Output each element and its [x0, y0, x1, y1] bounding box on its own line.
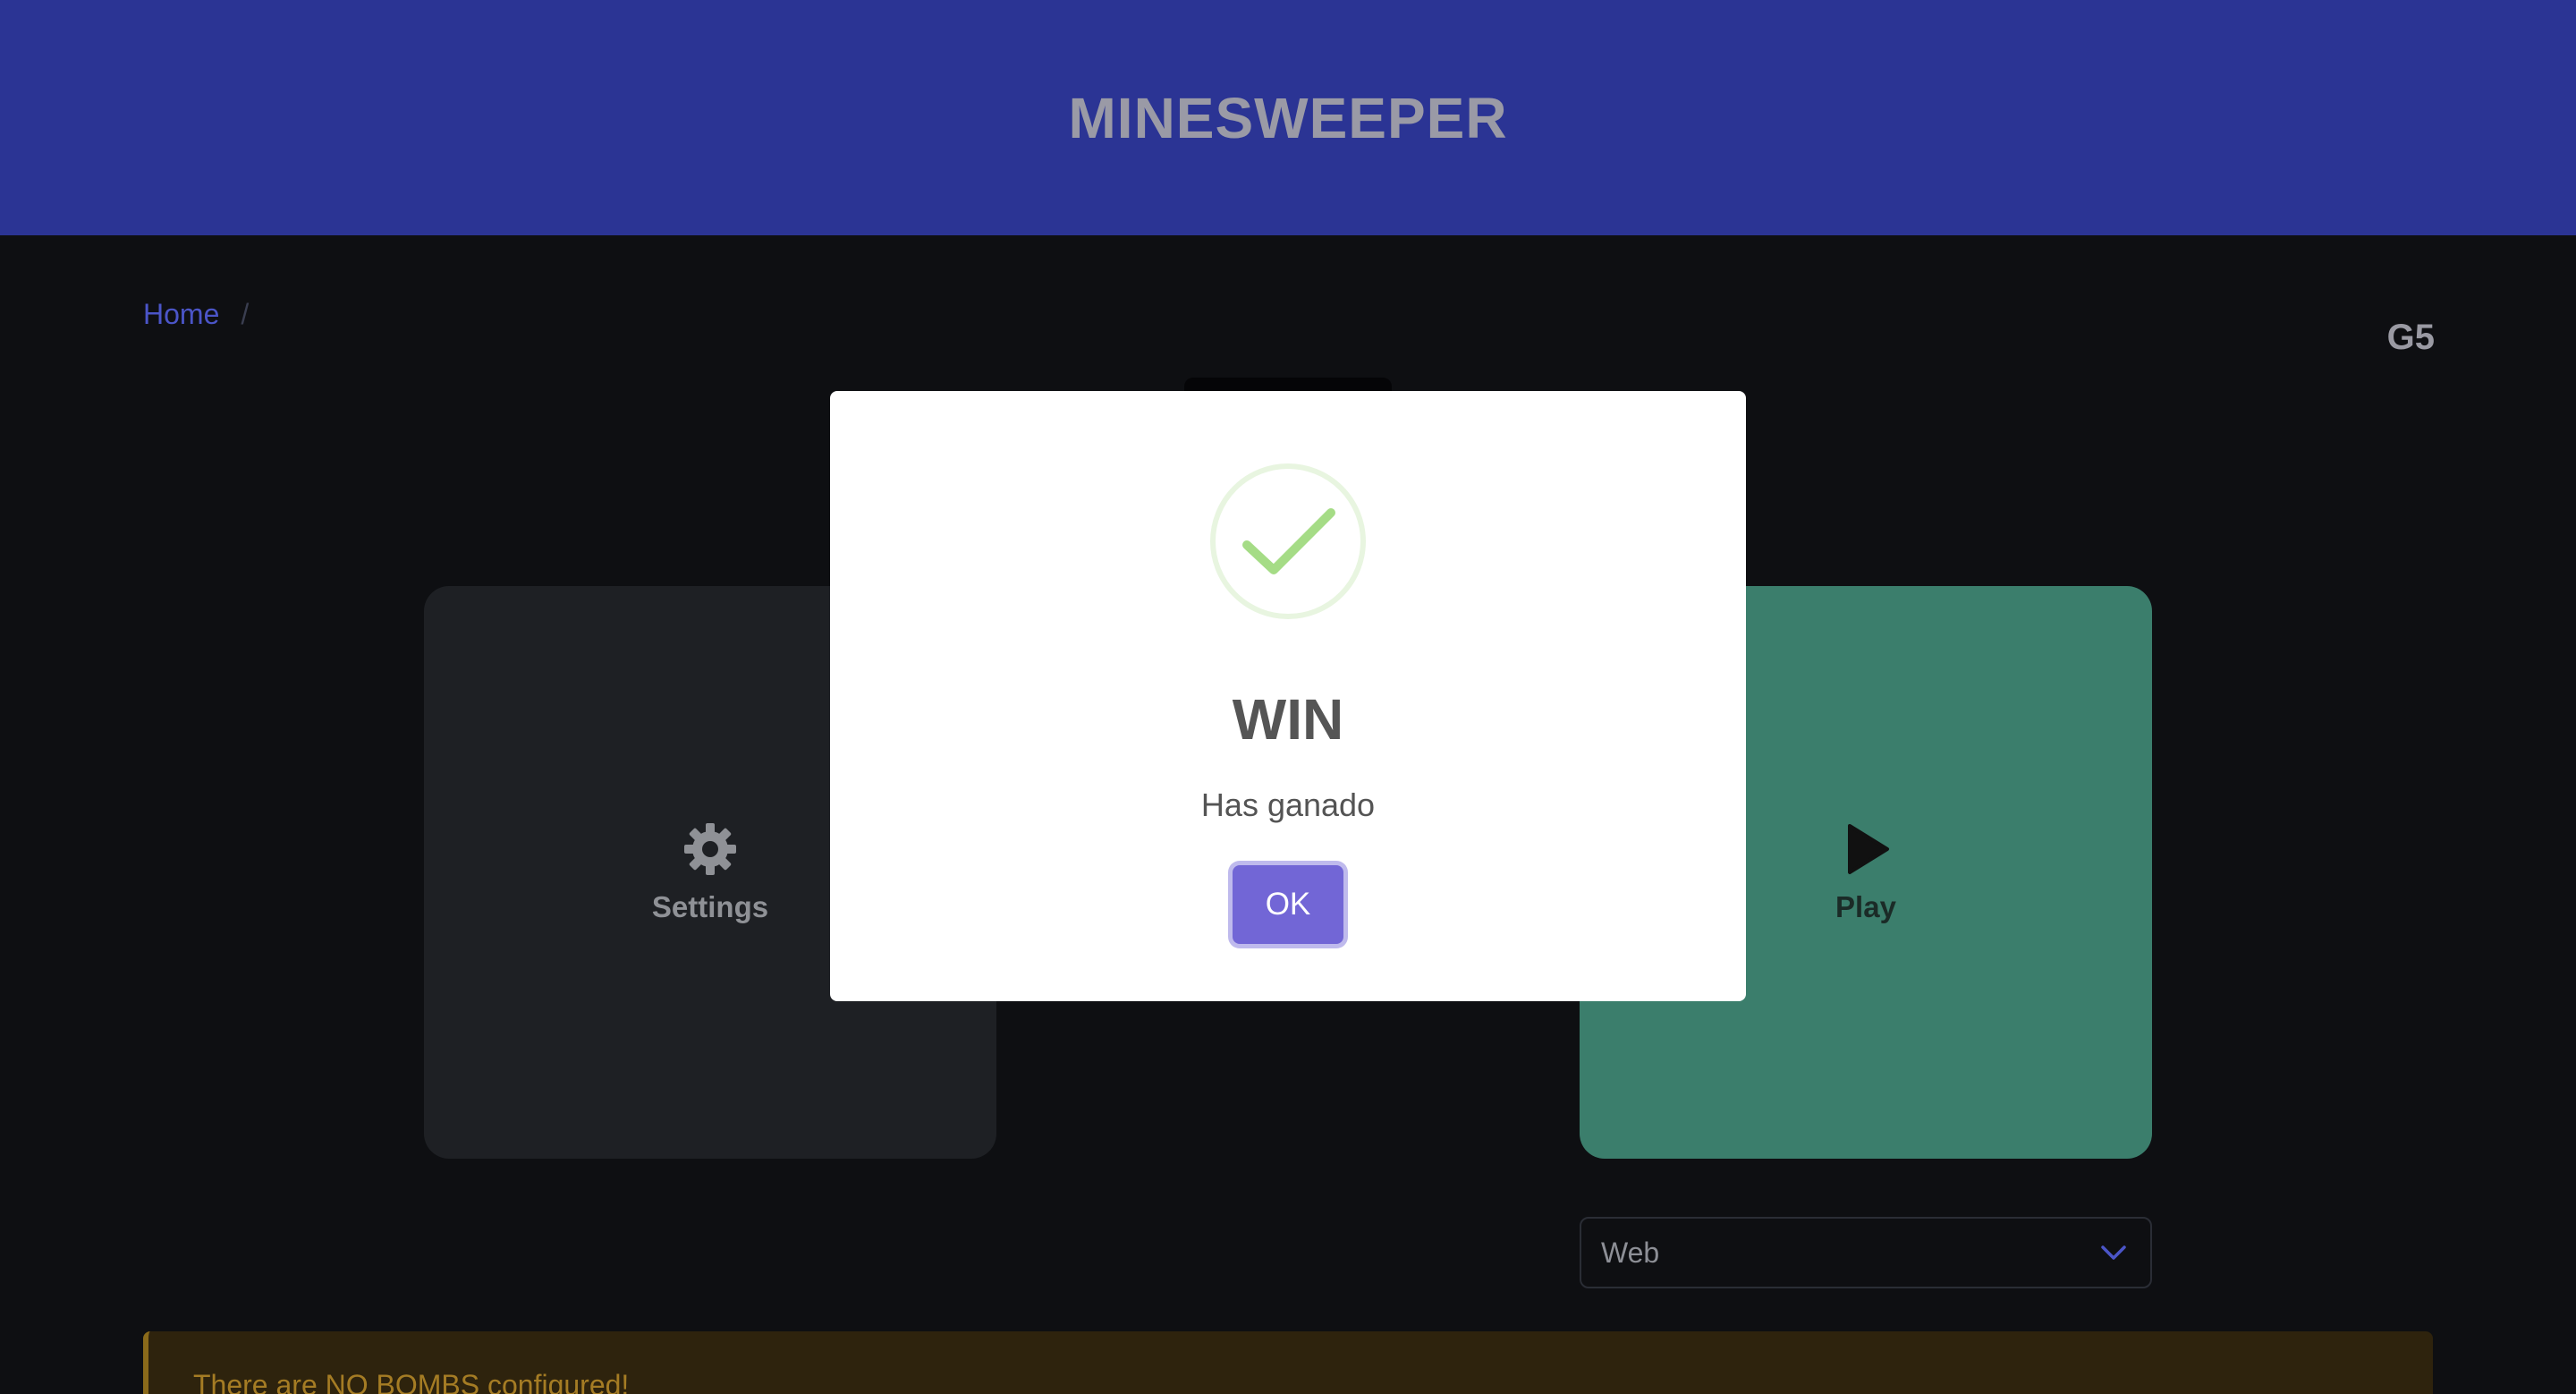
modal-overlay: WIN Has ganado OK: [0, 0, 2576, 1394]
page: MINESWEEPER Home / G5 Settings Play Web …: [0, 0, 2576, 1394]
checkmark-circle-icon: [1210, 463, 1366, 619]
ok-button[interactable]: OK: [1233, 865, 1343, 944]
dialog-title: WIN: [1232, 687, 1344, 752]
dialog-message: Has ganado: [1200, 786, 1376, 823]
win-dialog: WIN Has ganado OK: [830, 391, 1746, 1001]
